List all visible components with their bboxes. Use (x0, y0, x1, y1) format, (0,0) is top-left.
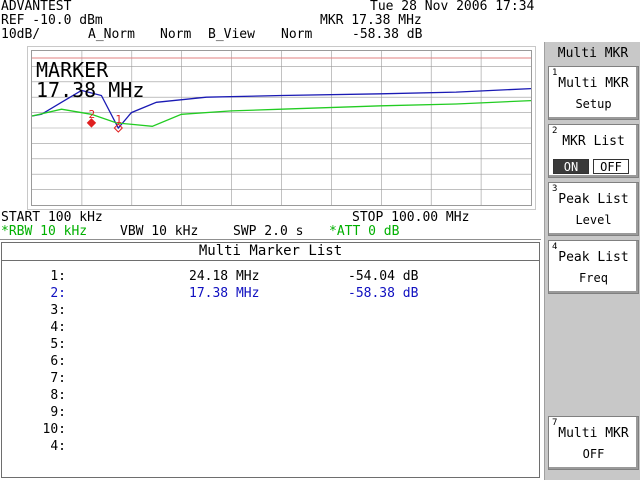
softkey-sublabel: OFF (582, 447, 605, 461)
trace-b-mode: Norm (281, 27, 313, 42)
start-frequency: START 100 kHz (1, 210, 103, 225)
mkr-list-on-toggle[interactable]: ON (553, 159, 589, 174)
divider (0, 239, 541, 240)
marker-group: 12 (86, 108, 124, 133)
rbw-setting: *RBW 10 kHz (1, 224, 88, 239)
marker-list-row[interactable]: 4: (2, 438, 539, 455)
marker-value: 17.38 MHz (36, 78, 145, 102)
marker-frequency: 17.38 MHz (189, 286, 260, 301)
sweep-time: SWP 2.0 s (233, 224, 304, 239)
softkey-sublabel: Setup (575, 97, 612, 111)
softkey-menu-title: Multi MKR (557, 46, 629, 61)
multi-mkr-setup-button[interactable]: 1 Multi MKR Setup (548, 66, 639, 120)
marker-label: 2 (88, 108, 95, 121)
marker-list-row[interactable]: 4: (2, 319, 539, 336)
stop-frequency: STOP 100.00 MHz (352, 210, 470, 225)
marker-list-row[interactable]: 5: (2, 336, 539, 353)
trace-a-label: A_Norm (88, 27, 135, 42)
softkey-label: MKR List (562, 134, 625, 149)
softkey-sublabel: Level (575, 213, 612, 227)
marker-index: 10: (42, 422, 66, 437)
spectrum-plot[interactable]: 12 MARKER 17.38 MHz (31, 50, 532, 206)
marker-index: 3: (50, 303, 66, 318)
marker-list-row[interactable]: 10: (2, 421, 539, 438)
marker-list-row[interactable]: 7: (2, 370, 539, 387)
marker-list-row[interactable]: 6: (2, 353, 539, 370)
marker-list-title: Multi Marker List (2, 243, 539, 261)
vbw-setting: VBW 10 kHz (120, 224, 199, 239)
marker-index: 8: (50, 388, 66, 403)
multi-mkr-off-button[interactable]: 7 Multi MKR OFF (548, 416, 639, 470)
marker-index: 4: (50, 320, 66, 335)
multi-marker-list-panel: Multi Marker List 1: 24.18 MHz -54.04 dB 2:… (1, 242, 540, 478)
softkey-label: Peak List (558, 192, 629, 207)
attenuation-setting: *ATT 0 dB (329, 224, 400, 239)
marker-label: 1 (115, 113, 122, 126)
scale-label: 10dB/ (1, 27, 41, 42)
softkey-label: Multi MKR (558, 426, 629, 441)
marker-index: 4: (50, 439, 66, 454)
marker-list-row[interactable]: 3: (2, 302, 539, 319)
peak-list-freq-button[interactable]: 4 Peak List Freq (548, 240, 639, 294)
marker-level: -54.04 dB (348, 269, 419, 284)
mkr-list-off-toggle[interactable]: OFF (593, 159, 629, 174)
trace-b-label: B_View (208, 27, 255, 42)
marker-level-readout: -58.38 dB (352, 27, 423, 42)
marker-level: -58.38 dB (348, 286, 419, 301)
ref-level: REF -10.0 dBm (1, 13, 103, 28)
marker-index: 5: (50, 337, 66, 352)
marker-frequency: 24.18 MHz (189, 269, 260, 284)
marker-frequency-readout: MKR 17.38 MHz (320, 13, 422, 28)
marker-list-row[interactable]: 8: (2, 387, 539, 404)
peak-list-level-button[interactable]: 3 Peak List Level (548, 182, 639, 236)
marker-index: 9: (50, 405, 66, 420)
softkey-panel: Multi MKR 1 Multi MKR Setup 2 MKR List O… (544, 42, 640, 480)
mkr-list-button[interactable]: 2 MKR List ON OFF (548, 124, 639, 178)
softkey-label: Peak List (558, 250, 629, 265)
marker-index: 6: (50, 354, 66, 369)
marker-index: 7: (50, 371, 66, 386)
marker-index: 1: (50, 269, 66, 284)
marker-list-row[interactable]: 2: 17.38 MHz -58.38 dB (2, 285, 539, 302)
datetime-label: Tue 28 Nov 2006 17:34 (370, 0, 535, 14)
marker-list-row[interactable]: 1: 24.18 MHz -54.04 dB (2, 268, 539, 285)
marker-list-row[interactable]: 9: (2, 404, 539, 421)
softkey-label: Multi MKR (558, 76, 629, 91)
brand-label: ADVANTEST (1, 0, 72, 14)
trace-a-mode: Norm (160, 27, 192, 42)
softkey-sublabel: Freq (579, 271, 608, 285)
marker-title: MARKER (36, 58, 109, 82)
marker-index: 2: (50, 286, 66, 301)
